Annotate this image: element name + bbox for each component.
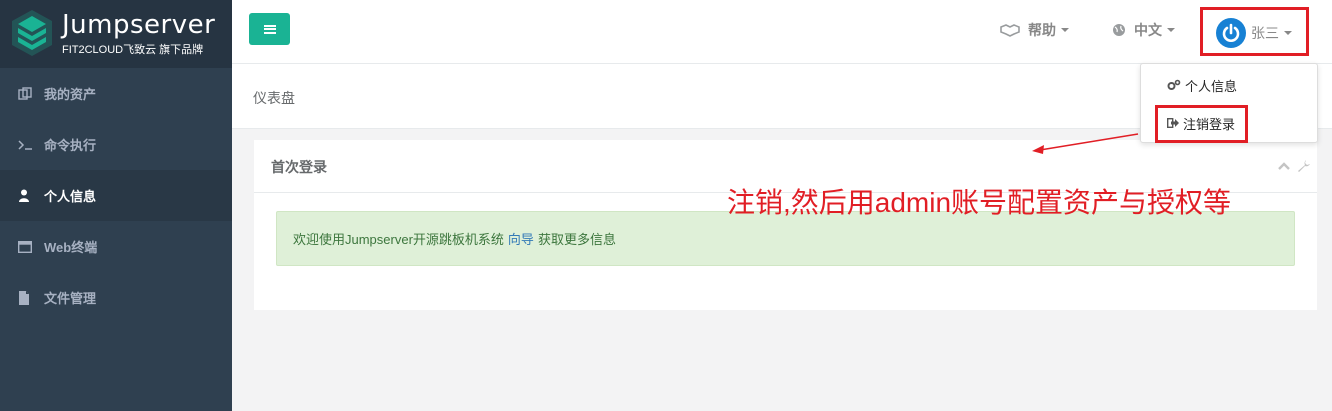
sidebar-item-my-assets[interactable]: 我的资产: [0, 68, 232, 119]
user-menu-highlight: 张三: [1200, 7, 1309, 56]
alert-text: 欢迎使用Jumpserver开源跳板机系统: [293, 232, 504, 247]
window-icon: [18, 240, 40, 253]
language-menu[interactable]: 中文: [1112, 20, 1175, 40]
logout-highlight: [1155, 105, 1248, 143]
menu-item-profile-label: 个人信息: [1185, 78, 1238, 94]
page-title: 仪表盘: [253, 90, 295, 106]
brand-logo[interactable]: Jumpserver FIT2CLOUD飞致云 旗下品牌: [0, 0, 232, 68]
user-dropdown-menu: 个人信息 注销登录: [1140, 63, 1318, 143]
sidebar-item-label: 个人信息: [44, 189, 97, 204]
avatar: [1216, 18, 1246, 48]
top-navbar: 帮助 中文 张三: [232, 0, 1332, 64]
annotation-text: 注销,然后用admin账号配置资产与授权等: [727, 187, 1232, 218]
panel-tools: [1277, 159, 1311, 173]
assets-icon: [18, 86, 40, 101]
sidebar-item-label: Web终端: [44, 240, 98, 255]
sidebar-item-web-terminal[interactable]: Web终端: [0, 221, 232, 272]
help-menu[interactable]: 帮助: [1000, 20, 1069, 40]
menu-item-profile[interactable]: 个人信息: [1141, 70, 1317, 100]
alert-text-end: 获取更多信息: [537, 232, 616, 247]
terminal-icon: [18, 139, 40, 151]
gears-icon: [1167, 79, 1181, 91]
chevron-up-icon[interactable]: [1277, 161, 1291, 171]
power-icon: [1222, 23, 1240, 42]
first-login-panel: 首次登录 欢迎使用Jumpserver开源跳板机系统 向导 获取更多信息: [254, 140, 1317, 310]
user-name: 张三: [1251, 25, 1279, 41]
hamburger-icon: [263, 23, 276, 35]
handshake-icon: [1000, 24, 1020, 37]
guide-link[interactable]: 向导: [508, 229, 534, 248]
brand-title: Jumpserver: [62, 10, 216, 40]
globe-icon: [1113, 24, 1125, 36]
jumpserver-logo-icon: [12, 10, 52, 56]
sidebar-item-label: 文件管理: [44, 291, 97, 306]
sidebar: Jumpserver FIT2CLOUD飞致云 旗下品牌 我的资产 命令执行 个…: [0, 0, 232, 411]
annotation-arrow-icon: [1032, 133, 1139, 154]
help-label: 帮助: [1028, 22, 1056, 38]
language-label: 中文: [1134, 22, 1162, 38]
sidebar-toggle-button[interactable]: [249, 13, 290, 45]
sidebar-item-profile[interactable]: 个人信息: [0, 170, 232, 221]
caret-down-icon: [1061, 28, 1069, 32]
file-icon: [18, 290, 40, 305]
caret-down-icon: [1167, 28, 1175, 32]
user-icon: [18, 189, 40, 202]
sidebar-item-label: 命令执行: [44, 138, 97, 153]
wrench-icon[interactable]: [1297, 159, 1311, 173]
panel-title: 首次登录: [271, 159, 327, 175]
caret-down-icon: [1284, 31, 1292, 35]
brand-subtitle: FIT2CLOUD飞致云 旗下品牌: [62, 44, 204, 56]
user-menu[interactable]: 张三: [1216, 18, 1292, 48]
sidebar-item-command-exec[interactable]: 命令执行: [0, 119, 232, 170]
sidebar-item-label: 我的资产: [44, 87, 97, 102]
sidebar-item-file-manager[interactable]: 文件管理: [0, 272, 232, 323]
